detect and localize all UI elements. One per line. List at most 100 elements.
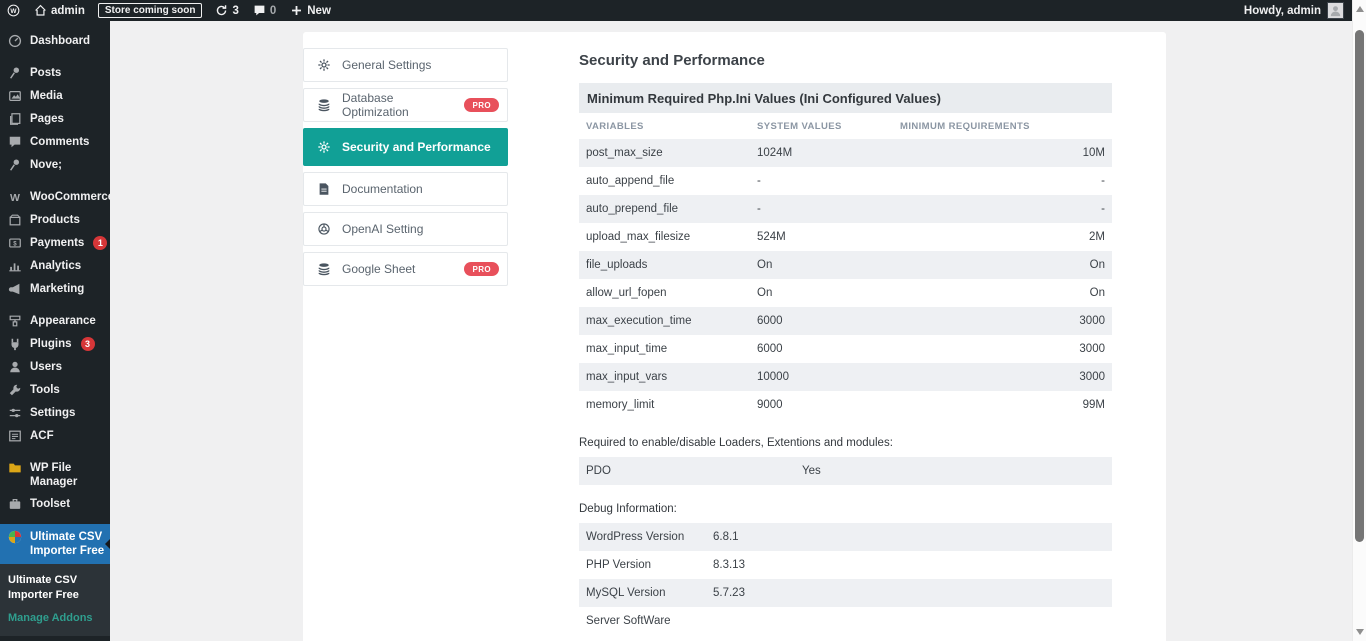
table-row: post_max_size1024M10M [579, 139, 1112, 167]
minimum-requirement: On [900, 287, 1105, 299]
table-row: upload_max_filesize524M2M [579, 223, 1112, 251]
settings-icon [8, 406, 23, 421]
minimum-requirement: 3000 [900, 343, 1105, 355]
sidebar-item-label: Appearance [30, 314, 96, 328]
sidebar-item-label: Tools [30, 383, 60, 397]
tab-database-optimization[interactable]: Database OptimizationPRO [303, 88, 508, 122]
column-system-values: SYSTEM VALUES [757, 121, 900, 132]
loaders-table: PDOYes [579, 457, 1112, 485]
extension-status: Yes [802, 465, 1105, 477]
wordpress-logo-menu[interactable]: W [0, 0, 27, 21]
sidebar-item-tools[interactable]: Tools [0, 379, 110, 402]
count-badge: 1 [93, 236, 107, 250]
table-row: file_uploadsOnOn [579, 251, 1112, 279]
minimum-requirement: 10M [900, 147, 1105, 159]
sidebar-item-wp-file-manager[interactable]: WP File Manager [0, 457, 110, 493]
updates-menu[interactable]: 3 [208, 0, 245, 21]
debug-label: Debug Information: [579, 503, 1112, 515]
php-ini-table: post_max_size1024M10Mauto_append_file--a… [579, 139, 1112, 419]
column-variables: VARIABLES [586, 121, 757, 132]
new-label: New [307, 5, 331, 17]
sidebar-item-acf[interactable]: ACF [0, 425, 110, 448]
scroll-down-arrow[interactable] [1356, 629, 1364, 635]
minimum-requirement: - [900, 203, 1105, 215]
system-value: - [757, 175, 900, 187]
sidebar-item-label: Payments [30, 236, 84, 250]
submenu-item-manage-addons[interactable]: Manage Addons [8, 612, 102, 624]
minimum-requirement: - [900, 175, 1105, 187]
variable-name: allow_url_fopen [586, 287, 757, 299]
sidebar-item-payments[interactable]: $ Payments 1 [0, 232, 110, 255]
sidebar-item-nove[interactable]: Nove; [0, 154, 110, 177]
tab-security-and-performance[interactable]: Security and Performance [303, 128, 508, 166]
sidebar-item-settings[interactable]: Settings [0, 402, 110, 425]
system-value: On [757, 259, 900, 271]
debug-key: PHP Version [586, 559, 713, 571]
scrollbar-thumb[interactable] [1355, 30, 1364, 542]
site-name-menu[interactable]: admin [27, 0, 92, 21]
sidebar-item-marketing[interactable]: Marketing [0, 278, 110, 301]
debug-value: 5.7.23 [713, 587, 1105, 599]
table-row: PDOYes [579, 457, 1112, 485]
comments-count: 0 [270, 5, 276, 17]
tab-google-sheet[interactable]: Google SheetPRO [303, 252, 508, 286]
sidebar-item-ultimate-csv-importer-free[interactable]: Ultimate CSV Importer Free [0, 524, 110, 564]
page-title: Security and Performance [579, 52, 1112, 69]
avatar[interactable] [1327, 2, 1344, 19]
sidebar-item-dashboard[interactable]: Dashboard [0, 30, 110, 53]
sidebar-item-appearance[interactable]: Appearance [0, 310, 110, 333]
sidebar-item-media[interactable]: Media [0, 85, 110, 108]
tab-documentation[interactable]: Documentation [303, 172, 508, 206]
table-row: allow_url_fopenOnOn [579, 279, 1112, 307]
tab-label: Security and Performance [342, 140, 491, 154]
users-icon [8, 360, 23, 375]
column-minimum-requirements: MINIMUM REQUIREMENTS [900, 121, 1105, 132]
appearance-icon [8, 314, 23, 329]
system-value: 6000 [757, 343, 900, 355]
minimum-requirement: 3000 [900, 315, 1105, 327]
table-row: max_input_time60003000 [579, 335, 1112, 363]
store-coming-soon-badge[interactable]: Store coming soon [98, 3, 203, 18]
browser-scrollbar [1352, 0, 1366, 641]
pro-badge: PRO [464, 262, 499, 276]
marketing-icon [8, 282, 23, 297]
sidebar-item-woocommerce[interactable]: WWooCommerce [0, 186, 110, 209]
sidebar-item-posts[interactable]: Posts [0, 62, 110, 85]
csv-importer-logo-icon [8, 530, 23, 545]
new-content-menu[interactable]: New [283, 0, 338, 21]
sidebar-item-toolset[interactable]: Toolset [0, 493, 110, 516]
toolset-icon [8, 497, 23, 512]
comments-menu[interactable]: 0 [246, 0, 283, 21]
sidebar-item-comments[interactable]: Comments [0, 131, 110, 154]
svg-text:$: $ [13, 240, 17, 247]
sidebar-item-label: Nove; [30, 158, 62, 172]
system-value: 9000 [757, 399, 900, 411]
variable-name: upload_max_filesize [586, 231, 757, 243]
table-row: Server SoftWare [579, 607, 1112, 635]
tab-label: General Settings [342, 58, 431, 72]
tab-label: Database Optimization [342, 91, 454, 119]
sidebar-item-analytics[interactable]: Analytics [0, 255, 110, 278]
submenu-item-ultimate-csv-importer-free[interactable]: Ultimate CSV Importer Free [8, 573, 102, 603]
sidebar-item-plugins[interactable]: Plugins3 [0, 333, 110, 356]
scroll-up-arrow[interactable] [1356, 6, 1364, 12]
loaders-label: Required to enable/disable Loaders, Exte… [579, 437, 1112, 449]
sidebar-item-users[interactable]: Users [0, 356, 110, 379]
woocommerce-icon: W [8, 190, 23, 205]
site-name: admin [51, 5, 85, 17]
count-badge: 3 [81, 337, 95, 351]
sidebar-item-pages[interactable]: Pages [0, 108, 110, 131]
security-performance-panel: Security and Performance Minimum Require… [579, 48, 1112, 635]
table-row: memory_limit900099M [579, 391, 1112, 419]
dashboard-icon [8, 34, 23, 49]
sidebar-item-products[interactable]: Products [0, 209, 110, 232]
payments-icon: $ [8, 236, 23, 251]
tab-general-settings[interactable]: General Settings [303, 48, 508, 82]
system-value: 10000 [757, 371, 900, 383]
tab-openai-setting[interactable]: OpenAI Setting [303, 212, 508, 246]
tab-label: Documentation [342, 182, 423, 196]
database-icon [317, 98, 332, 113]
debug-value: 6.8.1 [713, 531, 1105, 543]
howdy-account-menu[interactable]: Howdy, admin [1244, 5, 1321, 17]
variable-name: auto_append_file [586, 175, 757, 187]
